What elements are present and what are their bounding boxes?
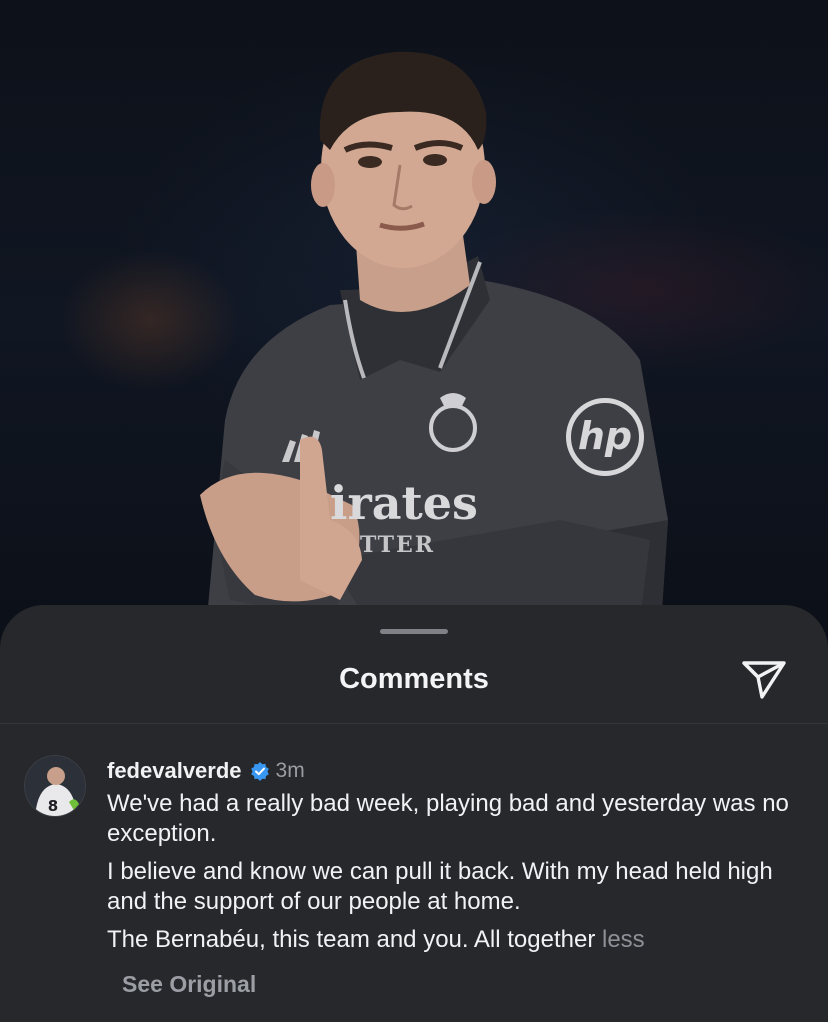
see-original-button[interactable]: See Original: [122, 971, 256, 998]
screen: irates TTER hp Comments 8 fedevalverde 3…: [0, 0, 828, 1022]
shirt-sponsor-text: irates: [330, 476, 478, 530]
comment-paragraph: I believe and know we can pull it back. …: [107, 858, 773, 915]
comment-paragraph-text: The Bernabéu, this team and you. All tog…: [107, 926, 596, 953]
comment-meta: fedevalverde 3m: [107, 757, 305, 785]
share-button[interactable]: [738, 655, 790, 703]
avatar-image: 8: [25, 756, 85, 816]
comment-username[interactable]: fedevalverde: [107, 758, 242, 784]
avatar[interactable]: 8: [24, 755, 86, 817]
comment-paragraph: We've had a really bad week, playing bad…: [107, 790, 789, 847]
post-photo[interactable]: irates TTER hp: [0, 0, 828, 640]
sheet-divider: [0, 723, 828, 724]
sleeve-logo: hp: [566, 398, 644, 476]
comment-timestamp: 3m: [275, 759, 305, 782]
comment-paragraph: The Bernabéu, this team and you. All tog…: [107, 925, 797, 955]
avatar-jersey-number: 8: [48, 797, 58, 815]
sheet-title: Comments: [339, 663, 489, 695]
verified-badge-icon: [250, 762, 269, 781]
paper-plane-icon: [742, 661, 786, 699]
less-link[interactable]: less: [602, 926, 645, 953]
sheet-grabber-handle[interactable]: [380, 629, 448, 634]
comments-sheet: Comments 8 fedevalverde 3m We've had a r…: [0, 605, 828, 1022]
shirt-sponsor-subtext: TTER: [360, 532, 436, 558]
comment-body: We've had a really bad week, playing bad…: [107, 789, 797, 963]
